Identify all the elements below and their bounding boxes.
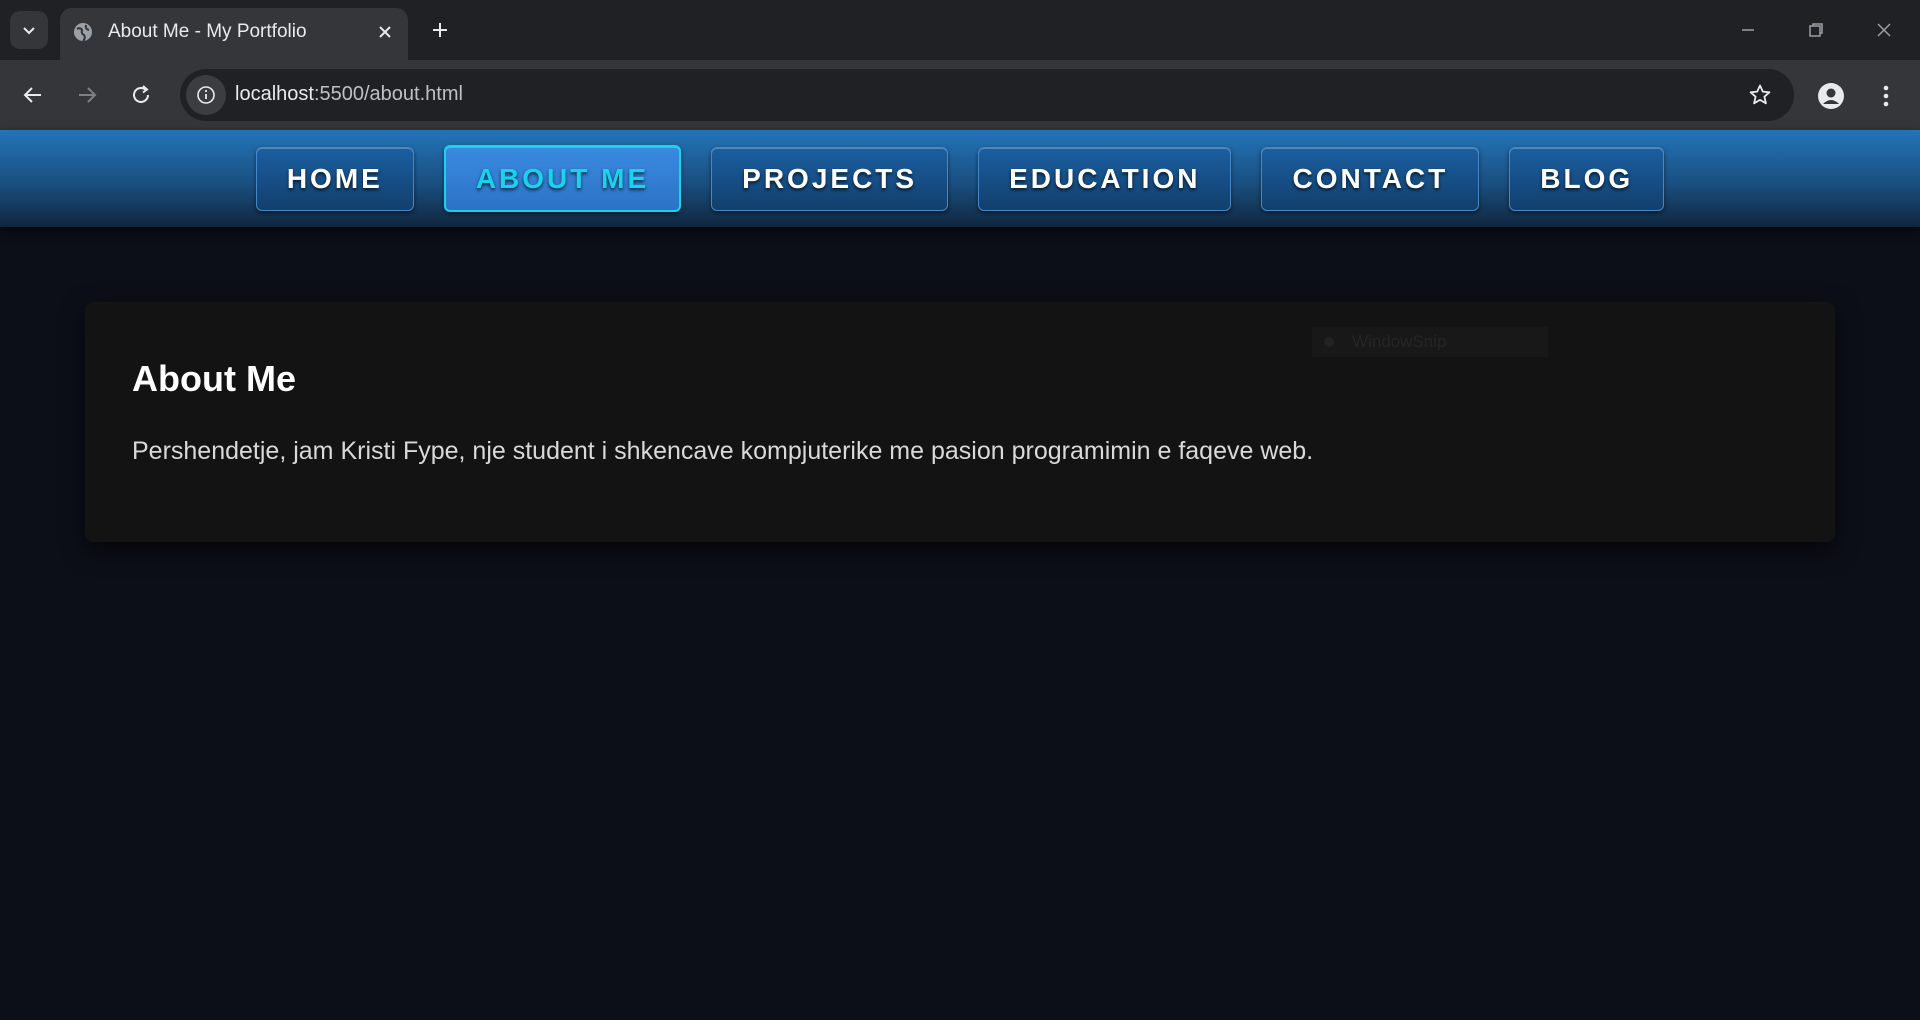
active-tab[interactable]: About Me - My Portfolio — [60, 8, 408, 60]
address-bar[interactable]: localhost:5500/about.html — [180, 69, 1794, 121]
close-icon — [1877, 23, 1891, 37]
browser-tabstrip: About Me - My Portfolio — [0, 0, 1920, 60]
nav-item-about: ABOUT ME — [443, 145, 682, 212]
nav-item-projects: PROJECTS — [711, 146, 949, 211]
url-text: localhost:5500/about.html — [235, 83, 463, 106]
bookmark-button[interactable] — [1746, 81, 1774, 109]
window-snip-overlay: WindowSnip — [1312, 327, 1548, 357]
back-button[interactable] — [16, 78, 50, 112]
plus-icon — [433, 23, 447, 37]
about-heading: About Me — [132, 358, 296, 399]
restore-button[interactable] — [1798, 14, 1834, 46]
nav-list: HOME ABOUT ME PROJECTS EDUCATION CONTACT… — [0, 130, 1920, 227]
star-icon — [1749, 84, 1771, 105]
about-section: About Me Pershendetje, jam Kristi Fype, … — [85, 302, 1835, 542]
forward-button[interactable] — [70, 78, 104, 112]
about-text: Pershendetje, jam Kristi Fype, nje stude… — [132, 437, 1314, 465]
nav-link-education[interactable]: EDUCATION — [978, 146, 1232, 211]
reload-icon — [133, 85, 149, 103]
reload-button[interactable] — [124, 78, 158, 112]
snip-icon — [1324, 337, 1334, 347]
more-vertical-icon — [1883, 85, 1889, 107]
browser-menu-button[interactable] — [1870, 80, 1902, 112]
tab-title: About Me - My Portfolio — [108, 21, 307, 42]
site-navigation: HOME ABOUT ME PROJECTS EDUCATION CONTACT… — [0, 130, 1920, 227]
browser-toolbar: localhost:5500/about.html — [0, 60, 1920, 130]
site-info-button[interactable] — [186, 75, 226, 115]
chevron-down-icon — [23, 27, 35, 35]
restore-icon — [1809, 23, 1823, 37]
close-icon — [379, 26, 391, 38]
nav-item-education: EDUCATION — [978, 146, 1232, 211]
nav-item-blog: BLOG — [1509, 146, 1665, 211]
new-tab-button[interactable] — [424, 14, 456, 46]
nav-link-blog[interactable]: BLOG — [1509, 146, 1665, 211]
nav-link-projects[interactable]: PROJECTS — [711, 146, 949, 211]
nav-item-contact: CONTACT — [1261, 146, 1480, 211]
globe-icon — [74, 23, 92, 42]
tab-close-button[interactable] — [374, 21, 396, 43]
profile-button[interactable] — [1815, 80, 1847, 112]
minimize-button[interactable] — [1730, 14, 1766, 46]
arrow-right-icon — [79, 87, 97, 103]
url-host: localhost — [235, 83, 314, 105]
minimize-icon — [1742, 29, 1754, 31]
tab-search-button[interactable] — [10, 11, 48, 49]
arrow-left-icon — [23, 87, 41, 103]
close-window-button[interactable] — [1866, 14, 1902, 46]
nav-link-about-me[interactable]: ABOUT ME — [443, 145, 682, 212]
window-snip-label: WindowSnip — [1352, 332, 1447, 351]
info-icon — [197, 86, 215, 104]
nav-link-contact[interactable]: CONTACT — [1261, 146, 1480, 211]
avatar-icon — [1818, 83, 1844, 109]
url-path: :5500/about.html — [313, 83, 463, 105]
nav-item-home: HOME — [255, 146, 414, 211]
nav-link-home[interactable]: HOME — [255, 146, 414, 211]
